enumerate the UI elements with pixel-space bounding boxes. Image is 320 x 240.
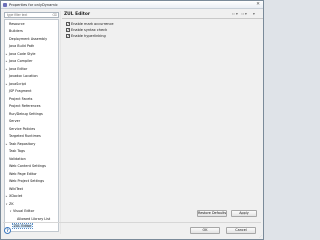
tree-item[interactable]: Deployment Assembly: [9, 37, 47, 42]
tree-item[interactable]: ▸ JavaScript: [6, 81, 26, 87]
resize-grip-icon[interactable]: ⋰: [259, 234, 262, 238]
tree-item[interactable]: Web Project Settings: [9, 179, 44, 184]
tree-item-label: Web Project Settings: [9, 179, 45, 183]
tree-item-label: JavaScript: [9, 81, 26, 86]
tree-item-label: XDoclet: [9, 194, 23, 198]
tree-item[interactable]: Web Content Settings: [9, 164, 46, 169]
tree-item[interactable]: Service Policies: [9, 127, 35, 132]
tree-item-label: Allowed Library List: [17, 216, 51, 221]
tree-item-label: Java Build Path: [9, 44, 35, 48]
tree-item[interactable]: Allowed Library List: [17, 217, 50, 222]
collapsed-twisty-icon[interactable]: ▸: [6, 59, 9, 64]
tree-item[interactable]: JSP Fragment: [9, 89, 31, 94]
collapsed-twisty-icon[interactable]: ▸: [6, 142, 9, 147]
expanded-twisty-icon[interactable]: ▾: [6, 202, 9, 207]
collapsed-twisty-icon[interactable]: ▸: [6, 194, 9, 199]
tree-item[interactable]: Javadoc Location: [9, 74, 38, 79]
tree-item-label: Java Editor: [9, 66, 28, 71]
restore-defaults-button[interactable]: Restore Defaults: [197, 210, 227, 217]
tree-item-label: Java Code Style: [9, 51, 36, 56]
close-icon[interactable]: ✕: [255, 2, 261, 8]
help-icon[interactable]: ?: [4, 227, 11, 234]
tree-item[interactable]: Project Facets: [9, 97, 32, 102]
tree-item[interactable]: ▾ ZK: [6, 201, 14, 207]
tree-item-label: Project References: [9, 104, 41, 108]
tree-item-label: WikiText: [9, 186, 23, 191]
tree-item[interactable]: Project References: [9, 104, 41, 109]
syntax-check-checkbox[interactable]: ✓: [66, 28, 70, 32]
collapsed-twisty-icon[interactable]: ▸: [6, 67, 9, 72]
tree-item-label: Service Policies: [9, 126, 36, 131]
tree-item[interactable]: Java Build Path: [9, 44, 34, 49]
tree-item-label: ZUL Editor: [12, 223, 33, 229]
checkbox-label: Enable mark occurrence: [71, 22, 114, 26]
tree-item-label: Deployment Assembly: [9, 36, 48, 41]
page-header: ZUL Editor ⇦ ▾ ⇨ ▾ ▾: [62, 10, 263, 19]
tree-item[interactable]: ▸ Java Compiler: [6, 59, 33, 64]
checkbox-label: Enable syntax check: [71, 28, 108, 32]
app-icon: [3, 3, 7, 7]
tree-item-label: Web Content Settings: [9, 164, 46, 168]
tree-item-label: Project Facets: [9, 96, 33, 101]
apply-button[interactable]: Apply: [231, 210, 257, 217]
clear-filter-icon[interactable]: ⌫: [52, 13, 57, 17]
tree-item-label: Task Repository: [9, 141, 36, 146]
tree-item-label: Visual Editor: [13, 209, 35, 213]
back-menu-icon[interactable]: ▾: [236, 12, 238, 16]
collapsed-twisty-icon[interactable]: ▸: [6, 82, 9, 87]
forward-menu-icon[interactable]: ▾: [245, 12, 247, 16]
mark-occurrence-checkbox[interactable]: ✓: [66, 22, 70, 26]
forward-arrow-icon[interactable]: ⇨: [241, 12, 244, 16]
ok-button[interactable]: OK: [190, 227, 220, 234]
hyperlinking-checkbox[interactable]: ✓: [66, 34, 70, 38]
filter-input[interactable]: [4, 12, 59, 18]
preference-tree[interactable]: Resource Builders Deployment Assembly Java …: [4, 19, 59, 232]
tree-item[interactable]: ▸ Java Code Style: [6, 51, 36, 57]
tree-item-label: Web Page Editor: [9, 171, 37, 176]
tree-item[interactable]: Resource: [9, 22, 25, 27]
tree-item[interactable]: Builders: [9, 29, 23, 34]
footer-separator: [3, 222, 261, 223]
title-bar: Properties for onlyDynamic ✕: [1, 1, 263, 9]
tree-item[interactable]: Task Tags: [9, 149, 25, 154]
tree-item[interactable]: Run/Debug Settings: [9, 112, 43, 117]
tree-item-label: JSP Fragment: [9, 89, 32, 93]
tree-item-label: ZK: [9, 201, 14, 206]
back-arrow-icon[interactable]: ⇦: [232, 12, 235, 16]
tree-item[interactable]: Targeted Runtimes: [9, 134, 41, 139]
tree-item[interactable]: Server: [9, 119, 20, 124]
tree-item[interactable]: WikiText: [9, 187, 23, 192]
tree-item-label: Server: [9, 119, 21, 123]
tree-item[interactable]: ▸ XDoclet: [6, 194, 23, 199]
page-title: ZUL Editor: [64, 12, 91, 17]
properties-dialog: Properties for onlyDynamic ✕ ⌫ Resource B…: [0, 0, 264, 240]
tree-item[interactable]: ZUL Editor: [12, 223, 33, 229]
tree-item-label: Validation: [9, 156, 26, 161]
tree-item[interactable]: ▸ Task Repository: [6, 141, 36, 147]
collapsed-twisty-icon[interactable]: ▸: [6, 52, 9, 57]
tree-item-label: Javadoc Location: [9, 74, 38, 78]
tree-item-label: Builders: [9, 29, 23, 33]
expanded-twisty-icon[interactable]: ▾: [10, 209, 13, 214]
window-title: Properties for onlyDynamic: [9, 2, 58, 7]
tree-item-label: Run/Debug Settings: [9, 111, 43, 116]
tree-item-label: Task Tags: [9, 149, 25, 153]
cancel-button[interactable]: Cancel: [226, 227, 256, 234]
tree-item[interactable]: ▸ Java Editor: [6, 66, 28, 72]
tree-item[interactable]: Web Page Editor: [9, 172, 37, 177]
tree-item-label: Resource: [9, 21, 25, 26]
tree-item-label: Java Compiler: [9, 59, 33, 63]
checkbox-label: Enable hyperlinking: [71, 34, 106, 38]
tree-item[interactable]: ▾ Visual Editor: [10, 209, 35, 214]
tree-item[interactable]: Validation: [9, 157, 26, 162]
pane-divider[interactable]: [60, 11, 61, 234]
tree-item-label: Targeted Runtimes: [9, 134, 41, 138]
view-menu-icon[interactable]: ▾: [253, 12, 255, 16]
